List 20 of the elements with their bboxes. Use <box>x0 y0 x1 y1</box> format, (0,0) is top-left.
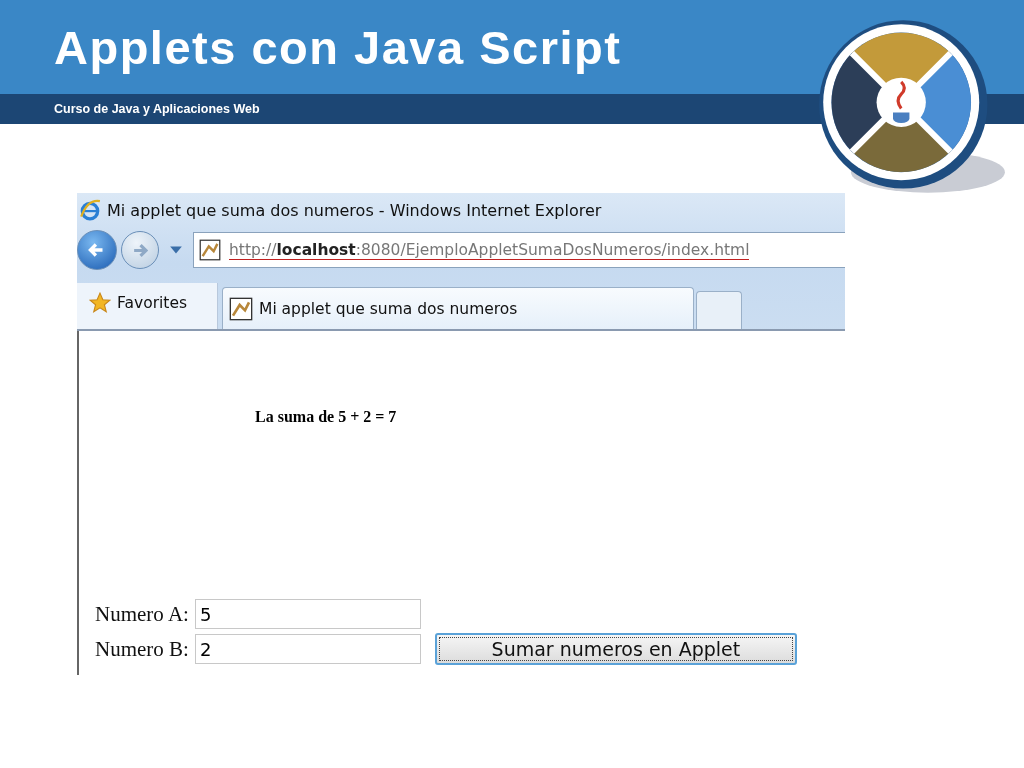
sum-button[interactable]: Sumar numeros en Applet <box>434 633 797 665</box>
window-title: Mi applet que suma dos numeros - Windows Internet Explorer <box>107 200 602 220</box>
number-input[interactable]: 5 <box>194 599 421 629</box>
forward-button[interactable] <box>121 231 159 269</box>
dropdown-arrow-icon[interactable] <box>169 245 183 255</box>
page-icon <box>199 239 221 261</box>
favorites-button[interactable]: Favorites <box>77 283 218 329</box>
forward-arrow-icon <box>132 242 148 258</box>
page-icon <box>229 296 253 321</box>
star-icon <box>89 292 111 314</box>
applet-result-text: La suma de 5 + 2 = 7 <box>255 408 397 425</box>
field-label: Numero B: <box>95 636 189 662</box>
field-label: Numero A: <box>95 601 189 627</box>
browser-tab[interactable]: Mi applet que suma dos numeros <box>222 287 694 329</box>
back-button[interactable] <box>77 230 117 270</box>
slide-title: Applets con Java Script <box>54 19 622 75</box>
browser-logo-icon <box>79 199 101 221</box>
number-input[interactable]: 2 <box>194 634 421 664</box>
address-bar[interactable]: http://localhost:8080/EjemploAppletSumaDosNumeros/index.html <box>193 232 845 268</box>
slide-subtitle: Curso de Java y Aplicaciones Web <box>54 102 260 116</box>
